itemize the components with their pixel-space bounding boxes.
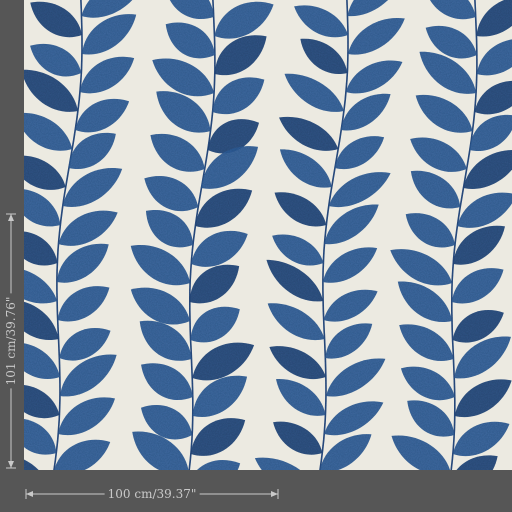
leaf: [451, 268, 504, 304]
leaf: [399, 324, 454, 361]
leaf: [294, 5, 348, 38]
leaf: [273, 421, 323, 455]
width-dimension: 100 cm/39.37": [24, 480, 280, 506]
leaf: [405, 213, 455, 248]
leaf: [300, 38, 348, 74]
leaf: [322, 247, 378, 283]
leaf: [400, 366, 455, 401]
leaf-pattern: [24, 0, 512, 470]
leaf: [30, 1, 82, 38]
leaf: [269, 346, 326, 380]
leaf: [274, 192, 327, 227]
leaf: [267, 303, 325, 341]
leaf: [323, 289, 378, 322]
wallpaper-pattern-swatch: [24, 0, 512, 470]
height-dimension: 101 cm/39.76": [0, 212, 22, 470]
width-dimension-label: 100 cm/39.37": [104, 487, 200, 501]
leaf: [141, 363, 193, 401]
height-dimension-label: 101 cm/39.76": [4, 293, 18, 389]
leaf: [276, 379, 326, 416]
leaf: [57, 286, 110, 322]
leaf-vines: [24, 0, 512, 470]
leaf: [423, 0, 476, 20]
leaf: [345, 60, 403, 94]
